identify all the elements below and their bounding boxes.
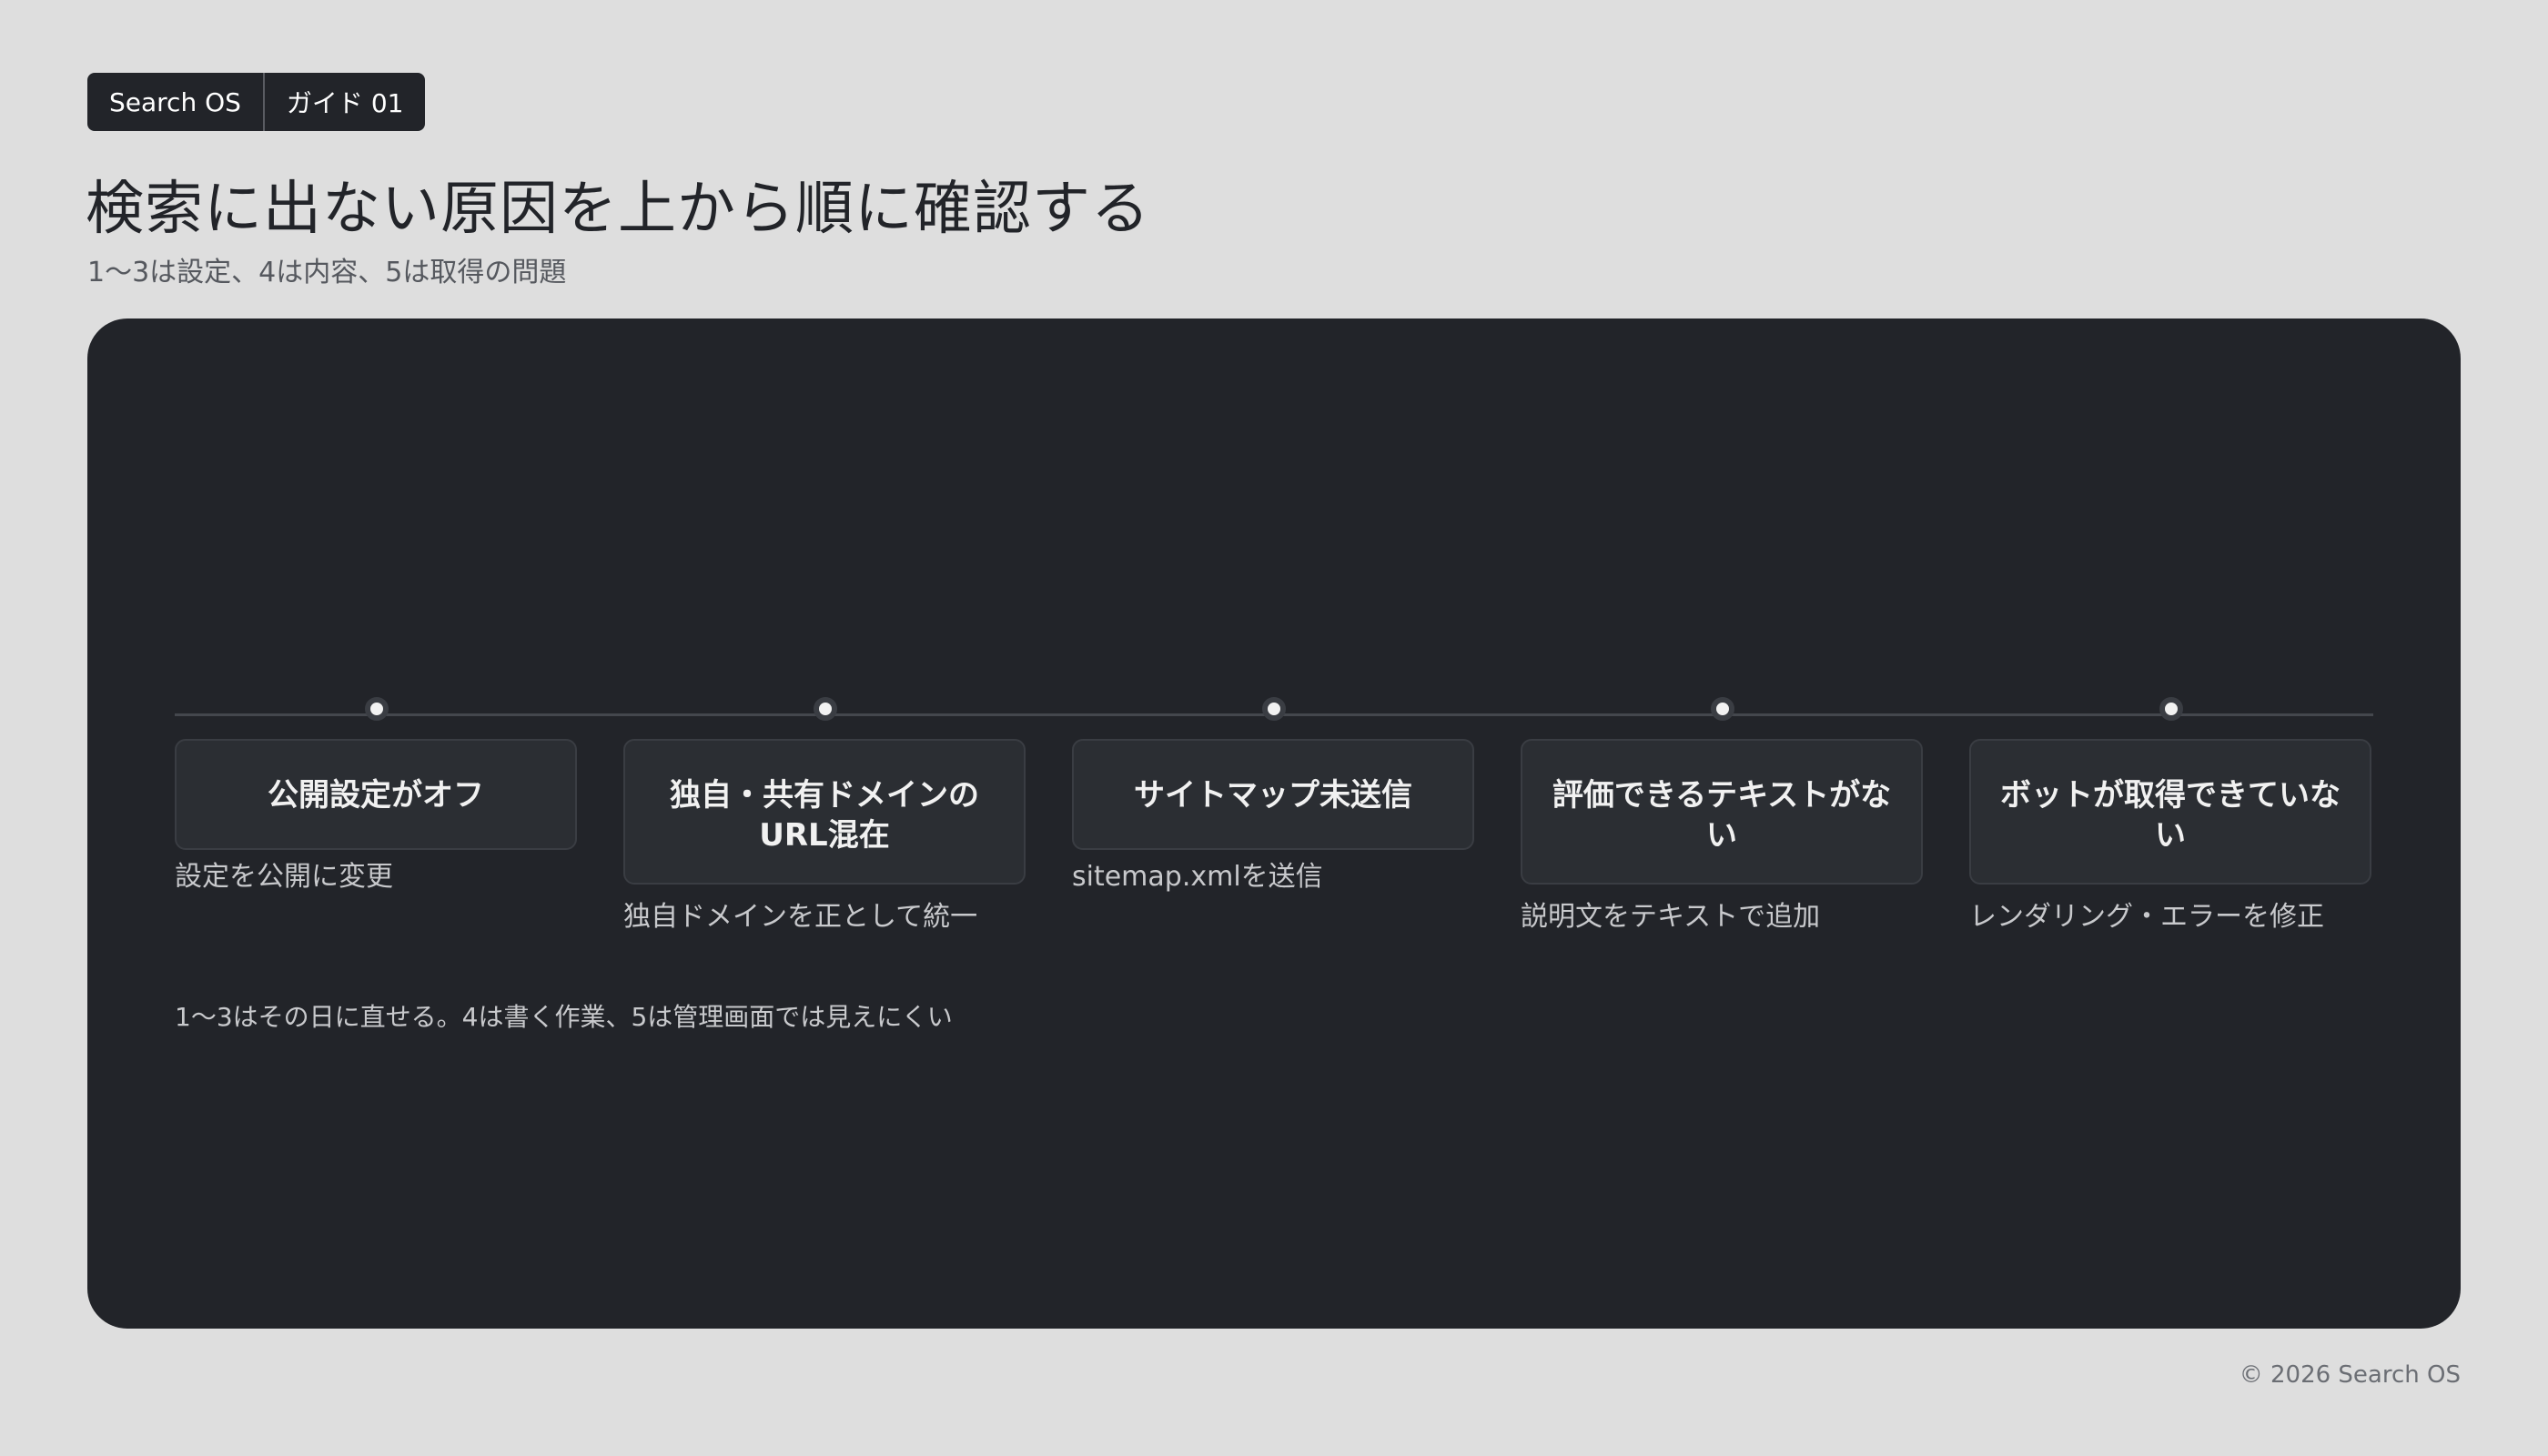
guide-badge: Search OS ガイド 01 [87,73,426,131]
fix-priority-note: 1〜3はその日に直せる。4は書く作業、5は管理画面では見えにくい [175,1002,953,1032]
step-description: 設定を公開に変更 [175,861,393,893]
step-card-title: 評価できるテキストがない [1521,739,1923,885]
timeline-node-4 [1711,697,1734,721]
step-description: 説明文をテキストで追加 [1521,901,1821,933]
step-card-title: 公開設定がオフ [175,739,577,850]
page-subtitle: 1〜3は設定、4は内容、5は取得の問題 [87,257,567,288]
step-card-title: サイトマップ未送信 [1072,739,1474,850]
step-card-title: ボットが取得できていない [1969,739,2371,885]
timeline-node-2 [814,697,837,721]
step-description: sitemap.xmlを送信 [1072,861,1323,893]
timeline-node-3 [1262,697,1286,721]
timeline-node-5 [2159,697,2183,721]
timeline-node-1 [365,697,389,721]
step-card-title: 独自・共有ドメインのURL混在 [623,739,1026,885]
copyright-footer: © 2026 Search OS [2239,1361,2461,1389]
step-description: レンダリング・エラーを修正 [1969,901,2324,933]
troubleshooting-panel: 公開設定がオフ 設定を公開に変更 独自・共有ドメインのURL混在 独自ドメインを… [87,318,2461,1329]
step-description: 独自ドメインを正として統一 [623,901,978,933]
page-title: 検索に出ない原因を上から順に確認する [86,176,1150,243]
brand-badge-label: Search OS [109,86,241,117]
guide-number-badge-label: ガイド 01 [262,73,426,131]
